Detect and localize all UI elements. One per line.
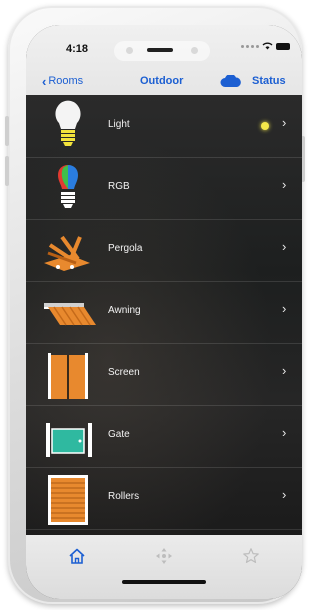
star-icon: [243, 548, 259, 563]
list-item-label: Rollers: [108, 491, 140, 502]
list-item-label: Light: [108, 119, 130, 130]
list-item-label: Screen: [108, 367, 140, 378]
list-item-rgb[interactable]: RGB ›: [26, 157, 302, 220]
list-item-awning[interactable]: Awning ›: [26, 281, 302, 344]
list-item-gate[interactable]: Gate ›: [26, 405, 302, 468]
status-icons: [241, 42, 290, 50]
chevron-right-icon: ›: [282, 301, 287, 316]
status-button[interactable]: Status: [252, 75, 286, 87]
list-item-label: RGB: [108, 181, 130, 192]
chevron-right-icon: ›: [282, 425, 287, 440]
chevron-right-icon: ›: [282, 239, 287, 254]
chevron-right-icon: ›: [282, 363, 287, 378]
tab-favorites[interactable]: [238, 547, 264, 569]
home-icon: [69, 548, 85, 564]
chevron-right-icon: ›: [282, 177, 287, 192]
battery-icon: [276, 42, 290, 50]
side-button: [5, 156, 9, 186]
gate-icon: [46, 423, 92, 457]
rollers-icon: [48, 475, 88, 525]
pergola-icon: [44, 235, 90, 271]
back-label: Rooms: [48, 75, 84, 87]
list-item-rollers[interactable]: Rollers ›: [26, 467, 302, 530]
side-button: [5, 116, 9, 146]
tab-home[interactable]: [64, 547, 90, 569]
awning-icon: [44, 303, 96, 326]
light-bulb-icon: [55, 100, 81, 146]
list-item-light[interactable]: Light ›: [26, 95, 302, 158]
chevron-right-icon: ›: [282, 487, 287, 502]
home-indicator: [122, 580, 206, 584]
list-item-label: Pergola: [108, 243, 143, 254]
wifi-icon: [262, 42, 273, 50]
screen-icon: [48, 353, 88, 399]
rgb-bulb-icon: [58, 165, 78, 208]
chevron-left-icon: ‹: [42, 73, 47, 89]
status-time: 4:18: [66, 43, 89, 55]
device-list: Light › RGB › Pergola › Awning › Screen …: [26, 95, 302, 535]
tab-bar: [26, 535, 302, 599]
list-item-label: Gate: [108, 429, 130, 440]
notch-speaker: [147, 48, 173, 52]
signal-icon: [241, 44, 259, 48]
tab-move[interactable]: [151, 547, 177, 569]
notch-dot: [191, 47, 198, 54]
move-icon: [156, 548, 172, 564]
list-item-screen[interactable]: Screen ›: [26, 343, 302, 406]
list-item-pergola[interactable]: Pergola ›: [26, 219, 302, 282]
notch-dot: [126, 47, 133, 54]
page-title: Outdoor: [140, 75, 184, 87]
screen: 4:18 ‹ Rooms Outdoor Status Light › RGB …: [26, 25, 302, 599]
chevron-right-icon: ›: [282, 115, 287, 130]
cloud-icon[interactable]: [220, 75, 242, 87]
back-button[interactable]: ‹ Rooms: [42, 73, 84, 89]
list-item-label: Awning: [108, 305, 141, 316]
nav-bar: ‹ Rooms Outdoor Status: [26, 71, 302, 95]
top-bar: 4:18 ‹ Rooms Outdoor Status: [26, 25, 302, 95]
phone-frame: 4:18 ‹ Rooms Outdoor Status Light › RGB …: [5, 6, 305, 604]
status-indicator: [261, 122, 269, 130]
